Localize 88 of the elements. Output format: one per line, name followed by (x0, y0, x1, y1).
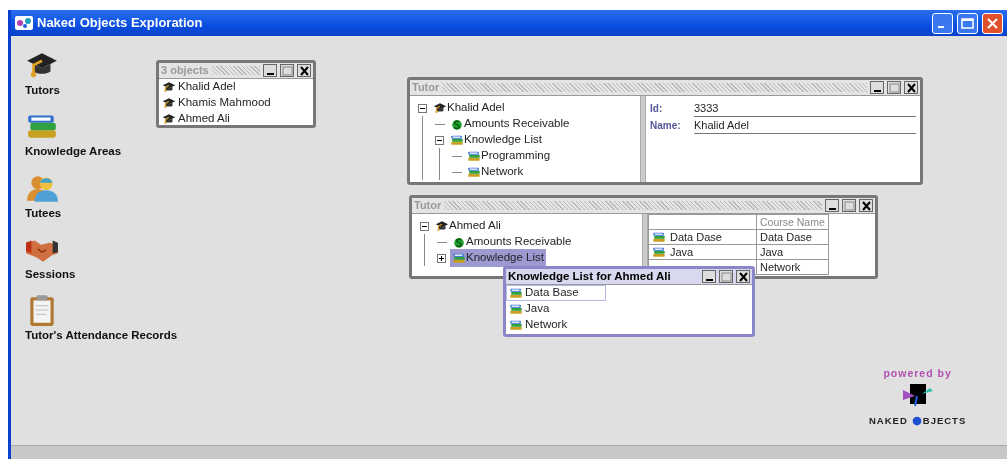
close-button[interactable] (904, 81, 918, 94)
list-item[interactable]: Ahmed Ali (159, 111, 313, 125)
class-label[interactable]: Tutees (25, 204, 62, 222)
table-cell: Data Dase (756, 229, 829, 245)
tree-node[interactable]: Amounts Receivable (450, 233, 574, 251)
books-icon (509, 302, 523, 316)
minimize-icon (828, 207, 836, 210)
tree-node[interactable]: Network (465, 163, 526, 181)
mortarboard-icon (433, 101, 447, 115)
tree-node[interactable]: Khalid Adel (431, 99, 507, 117)
logo-caption: powered by (883, 366, 952, 381)
maximize-button[interactable] (719, 270, 733, 283)
dollar-icon (452, 235, 466, 249)
mortarboard-icon (162, 112, 176, 125)
list-item[interactable]: Network (506, 317, 752, 333)
list-item[interactable]: Data Base (506, 285, 606, 301)
maximize-icon (888, 81, 900, 94)
field-value: Khalid Adel (694, 116, 916, 135)
tree-node[interactable]: Programming (465, 147, 553, 165)
column-header: Course Name (756, 214, 829, 230)
close-button[interactable] (736, 270, 750, 283)
maximize-icon (961, 17, 974, 29)
maximize-icon (281, 64, 293, 77)
maximize-icon (843, 199, 855, 212)
table-cell: Network (756, 259, 829, 275)
table-cell: Data Dase (648, 229, 757, 245)
close-icon (987, 17, 998, 29)
list-item[interactable]: Khalid Adel (159, 79, 313, 95)
books-icon (652, 230, 666, 244)
mortarboard-icon (162, 96, 176, 110)
field-label: Id: (650, 102, 664, 116)
collapse-toggle[interactable] (435, 135, 444, 145)
app-icon (15, 16, 33, 30)
tree-node[interactable]: Amounts Receivable (448, 115, 572, 133)
expand-toggle[interactable] (437, 253, 446, 263)
list-item[interactable]: Java (506, 301, 752, 317)
minimize-icon (938, 26, 944, 28)
minimize-icon (873, 89, 881, 92)
title-bar-grip[interactable] (211, 66, 260, 75)
minimize-button[interactable] (263, 64, 277, 77)
maximize-button[interactable] (887, 81, 901, 94)
class-label[interactable]: Sessions (25, 265, 76, 283)
maximize-button[interactable] (842, 199, 856, 212)
books-icon (452, 251, 466, 265)
maximize-button[interactable] (280, 64, 294, 77)
collapse-toggle[interactable] (420, 221, 429, 231)
window-title: Tutor (412, 80, 440, 96)
window-title: Naked Objects Exploration (37, 14, 203, 33)
mortarboard-icon (435, 219, 449, 233)
close-button[interactable] (297, 64, 311, 77)
ball-icon (911, 415, 922, 426)
tree-node[interactable]: Knowledge List (448, 131, 544, 149)
mortarboard-icon (162, 80, 176, 94)
window-title: Knowledge List for Ahmed Ali (508, 268, 671, 284)
books-icon (509, 286, 523, 300)
tree-node[interactable]: Knowledge List (450, 249, 546, 267)
list-item[interactable]: Khamis Mahmood (159, 95, 313, 111)
close-icon (860, 199, 872, 212)
books-icon (467, 165, 481, 179)
minimize-icon (266, 72, 274, 75)
collapse-toggle[interactable] (418, 103, 427, 113)
minimize-button[interactable] (702, 270, 716, 283)
dollar-icon (450, 117, 464, 131)
books-icon (509, 318, 523, 332)
field-label: Name: (650, 119, 682, 133)
field-value: 3333 (694, 99, 916, 118)
close-icon (905, 81, 917, 94)
title-bar-grip[interactable] (444, 201, 822, 210)
table-cell: Java (648, 244, 757, 260)
books-icon (652, 245, 666, 259)
class-label[interactable]: Tutor's Attendance Records (25, 327, 178, 345)
brand-text: BJECTS (922, 413, 967, 428)
brand-text: NAKED (869, 413, 908, 428)
table-cell: Java (756, 244, 829, 260)
maximize-icon (720, 270, 732, 283)
close-button[interactable] (859, 199, 873, 212)
minimize-button[interactable] (870, 81, 884, 94)
class-label[interactable]: Tutors (25, 82, 60, 100)
window-title: 3 objects (161, 63, 209, 79)
close-icon (737, 270, 749, 283)
window-title: Tutor (414, 198, 442, 214)
class-label[interactable]: Knowledge Areas (25, 143, 122, 161)
close-icon (298, 64, 310, 77)
minimize-button[interactable] (825, 199, 839, 212)
books-icon (467, 149, 481, 163)
title-bar-grip[interactable] (442, 83, 867, 92)
books-icon (450, 133, 464, 147)
tree-node[interactable]: Ahmed Ali (433, 217, 503, 235)
